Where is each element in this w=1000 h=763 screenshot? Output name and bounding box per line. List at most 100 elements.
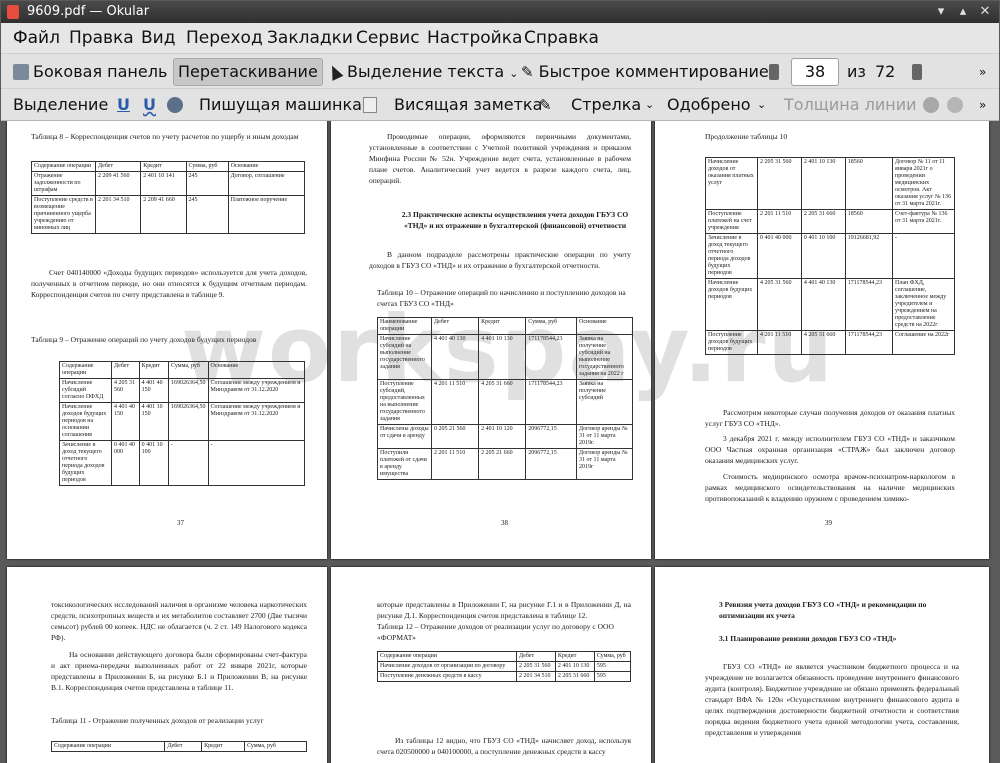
table-cell: 19126681,92: [844, 233, 894, 279]
table-row: Содержание операции Дебет Кредит Сумма, руб: [377, 651, 632, 662]
table-cell: 2 401 10 130: [800, 157, 846, 210]
pdf-app-icon: [7, 5, 19, 19]
selection-tool[interactable]: Выделение: [13, 94, 108, 116]
text-select-label: Выделение текста: [347, 62, 505, 81]
strikeout-icon[interactable]: [167, 97, 183, 113]
table-row: Отражение задолженности по штрафам 2 209 …: [31, 171, 306, 196]
text-select-button[interactable]: Выделение текста ⌄: [326, 61, 518, 83]
table-row: Наименование операции Дебет Кредит Сумма, р…: [377, 317, 633, 335]
table-9: Содержание операции Дебет Кредит Сумма, руб…: [59, 361, 305, 486]
table-cell: Зачисление в доход текущего отчетного пе…: [705, 233, 758, 279]
page-42: 3 Ревизия учета доходов ГБУЗ СО «ТНД» и …: [655, 567, 989, 763]
subsection-heading: 3.1 Планирование ревизии доходов ГБУЗ СО…: [719, 634, 897, 643]
table-cell: Сумма, руб: [244, 741, 307, 752]
table-cell: 2096772,15: [525, 448, 577, 480]
next-page-icon[interactable]: [912, 64, 922, 80]
table-cell: 595: [593, 661, 632, 672]
opacity-icon[interactable]: [947, 97, 963, 113]
sidebar-toggle-button[interactable]: Боковая панель: [13, 61, 167, 83]
table-cell: Сумма, руб: [525, 317, 577, 335]
table-cell: 4 401 40 150: [111, 402, 140, 441]
window-title: 9609.pdf — Okular: [27, 4, 150, 19]
table-cell: Договор аренды № 31 от 11 марта 2019г: [576, 448, 633, 480]
menu-bookmarks[interactable]: Закладки: [267, 28, 353, 48]
minimize-icon[interactable]: ▾: [931, 2, 951, 22]
menu-tools[interactable]: Сервис: [356, 28, 420, 48]
cursor-icon: [326, 63, 344, 81]
drag-tool-button[interactable]: Перетаскивание: [173, 58, 323, 86]
table-cell: Поступление субсидий, предоставленных на…: [377, 379, 432, 425]
sticky-note-tool[interactable]: Висящая заметка: [394, 94, 542, 116]
table-cell: -: [892, 233, 955, 279]
table-10: Наименование операции Дебет Кредит Сумма, р…: [377, 317, 633, 480]
paragraph: токсикологических исследований наличия в…: [51, 600, 307, 642]
prev-page-icon[interactable]: [769, 64, 779, 80]
paragraph: Рассмотрим некоторые случаи получения до…: [705, 408, 955, 428]
table-cell: Отражение задолженности по штрафам: [31, 171, 96, 196]
table-cell: 4 205 31 660: [478, 379, 527, 425]
table-row: Поступление денежных средств в кассу 2 20…: [377, 671, 632, 682]
table-row: Содержание операции Дебет Кредит Сумма, руб: [50, 741, 307, 752]
page-40: токсикологических исследований наличия в…: [7, 567, 327, 763]
color-icon[interactable]: [923, 97, 939, 113]
paragraph: Стоимость медицинского осмотра врачом-пс…: [705, 472, 955, 503]
menu-settings[interactable]: Настройка: [427, 28, 522, 48]
menu-go[interactable]: Переход: [186, 28, 263, 48]
line-width-tool[interactable]: Толщина линии: [784, 94, 917, 116]
menu-view[interactable]: Вид: [141, 28, 175, 48]
paragraph: ГБУЗ СО «ТНД» не является участником бюд…: [705, 662, 959, 737]
menu-help[interactable]: Справка: [524, 28, 599, 48]
table-11: Содержание операции Дебет Кредит Сумма, руб: [50, 741, 307, 752]
table-cell: Содержание операции: [50, 741, 166, 752]
table-row: Зачисление в доход текущего отчетного пе…: [59, 440, 305, 486]
menu-file[interactable]: Файл: [13, 28, 60, 48]
table-cell: 4 201 11 510: [430, 379, 480, 425]
okular-window: 9609.pdf — Okular ▾ ▴ ✕ Файл Правка Вид …: [0, 0, 1000, 763]
table-cell: 2 205 31 660: [800, 209, 846, 234]
table-cell: 4 401 40 130: [430, 334, 480, 380]
typewriter-tool[interactable]: Пишущая машинка: [199, 94, 362, 116]
table-cell: Договор аренды № 31 от 11 марта 2019г.: [576, 424, 633, 449]
stamp-approved-tool[interactable]: Одобрено: [667, 94, 751, 116]
squiggle-icon[interactable]: U: [143, 94, 156, 116]
underline-icon[interactable]: U: [117, 94, 130, 116]
table-cell: Начисление доходов от организации по дог…: [377, 661, 517, 672]
toolbar-overflow-icon[interactable]: »: [979, 61, 986, 83]
arrow-tool[interactable]: Стрелка: [571, 94, 641, 116]
table-cell: 2 201 11 510: [430, 448, 480, 480]
table-cell: 4 401 10 130: [478, 334, 527, 380]
table-cell: Основание: [576, 317, 633, 335]
quick-comment-label: Быстрое комментирование: [538, 62, 769, 81]
maximize-icon[interactable]: ▴: [953, 2, 973, 22]
table-cell: Сумма, руб: [185, 161, 229, 172]
paragraph: Из таблицы 12 видно, что ГБУЗ СО «ТНД» н…: [377, 736, 631, 756]
main-toolbar: Боковая панель Перетаскивание Выделение …: [1, 53, 999, 88]
quick-comment-button[interactable]: ✎ Быстрое комментирование: [521, 61, 769, 83]
table-row: Поступление платежей на счет учреждения 2…: [705, 209, 955, 234]
page-number-input[interactable]: 38: [791, 58, 839, 86]
table-row: Начисление доходов будущих периодов на о…: [59, 402, 305, 441]
close-icon[interactable]: ✕: [975, 2, 995, 22]
paragraph: В данном подразделе рассмотрены практиче…: [369, 250, 631, 270]
note-icon: [363, 97, 377, 113]
table-caption: Таблица 9 – Отражение операций по учету …: [31, 335, 257, 344]
drag-label: Перетаскивание: [178, 62, 318, 81]
document-view[interactable]: Таблица 8 – Корреспонденция счетов по уч…: [1, 121, 999, 763]
table-cell: 4 401 10 150: [138, 402, 170, 441]
chevron-down-icon[interactable]: ⌄: [645, 94, 654, 116]
table-cell: 2 201 11 510: [757, 209, 802, 234]
menu-edit[interactable]: Правка: [69, 28, 134, 48]
table-caption: Продолжение таблицы 10: [705, 132, 788, 141]
table-10-continued: Начисление доходов от оказания платных у…: [705, 157, 955, 355]
table-cell: 18560: [844, 209, 894, 234]
chevron-down-icon[interactable]: ⌄: [757, 94, 766, 116]
table-cell: Дебет: [430, 317, 480, 335]
table-cell: 2 401 10 130: [554, 661, 595, 672]
table-cell: 4 205 31 660: [800, 330, 846, 355]
chevron-down-icon[interactable]: ⌄: [509, 67, 518, 80]
table-8: Содержание операции Дебет Кредит Сумма, руб…: [31, 161, 306, 234]
table-cell: 2 209 41 560: [94, 171, 142, 196]
table-cell: 171178544,23: [525, 379, 577, 425]
page-number: 37: [177, 519, 184, 527]
toolbar-overflow-icon[interactable]: »: [979, 94, 986, 116]
